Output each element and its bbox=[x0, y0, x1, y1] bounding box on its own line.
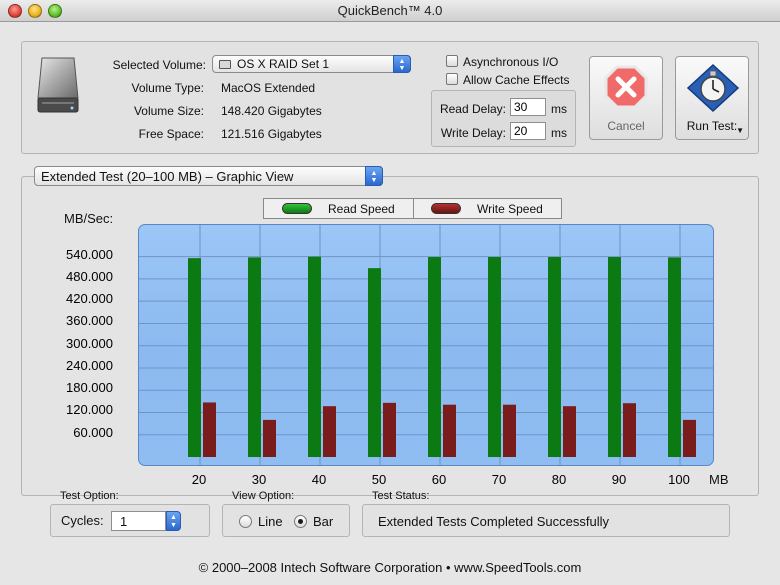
x-tick-label: 90 bbox=[611, 472, 627, 487]
x-tick-label: 80 bbox=[551, 472, 567, 487]
read-speed-bar bbox=[308, 256, 321, 457]
chart-legend: Read Speed Write Speed bbox=[263, 198, 562, 219]
write-speed-bar bbox=[623, 403, 636, 457]
cycles-value: 1 bbox=[120, 514, 128, 529]
write-speed-bar bbox=[443, 404, 456, 457]
test-view-value: Extended Test (20–100 MB) – Graphic View bbox=[41, 169, 294, 184]
cancel-icon bbox=[604, 65, 648, 109]
read-speed-bar bbox=[248, 257, 261, 457]
line-radio[interactable] bbox=[239, 515, 252, 528]
cycles-stepper[interactable]: ▲ ▼ bbox=[166, 511, 181, 531]
line-radio-label[interactable]: Line bbox=[258, 514, 283, 529]
read-delay-input[interactable] bbox=[510, 98, 546, 116]
x-tick-label: 100 bbox=[668, 472, 690, 487]
x-tick-label: 40 bbox=[311, 472, 327, 487]
read-delay-label: Read Delay: bbox=[439, 102, 506, 116]
quickbench-window: QuickBench™ 4.0 Selected Volume: OS X RA… bbox=[0, 0, 780, 585]
read-delay-unit: ms bbox=[551, 102, 567, 116]
x-tick-label: 20 bbox=[191, 472, 207, 487]
read-speed-bar bbox=[188, 258, 201, 457]
write-speed-bar bbox=[563, 406, 576, 457]
popup-arrows-icon: ▲ ▼ bbox=[393, 55, 411, 73]
volume-popup[interactable]: OS X RAID Set 1 ▲ ▼ bbox=[212, 55, 411, 73]
volume-popup-value: OS X RAID Set 1 bbox=[237, 57, 330, 71]
cache-effects-label[interactable]: Allow Cache Effects bbox=[463, 73, 570, 87]
write-speed-bar bbox=[383, 402, 396, 457]
read-speed-bar bbox=[668, 257, 681, 457]
cache-effects-checkbox[interactable] bbox=[446, 73, 458, 85]
free-space-label: Free Space: bbox=[138, 127, 204, 141]
y-tick-label: 120.000 bbox=[66, 402, 113, 418]
write-speed-bar bbox=[323, 406, 336, 457]
write-speed-bar bbox=[503, 404, 516, 457]
y-tick-label: 300.000 bbox=[66, 335, 113, 351]
y-tick-label: 60.000 bbox=[73, 424, 113, 440]
chart-plot-area bbox=[138, 224, 714, 466]
cancel-button[interactable]: Cancel bbox=[589, 56, 663, 140]
write-delay-input[interactable] bbox=[510, 122, 546, 140]
read-speed-bar bbox=[608, 257, 621, 457]
x-tick-label: 70 bbox=[491, 472, 507, 487]
x-tick-label: 50 bbox=[371, 472, 387, 487]
view-option-label: View Option: bbox=[232, 490, 295, 502]
test-option-label: Test Option: bbox=[60, 490, 119, 502]
title-bar[interactable]: QuickBench™ 4.0 bbox=[0, 0, 780, 22]
legend-read-swatch bbox=[282, 203, 312, 214]
legend-write: Write Speed bbox=[413, 199, 562, 218]
free-space-value: 121.516 Gigabytes bbox=[221, 127, 322, 141]
y-tick-label: 420.000 bbox=[66, 291, 113, 307]
selected-volume-label: Selected Volume: bbox=[112, 58, 206, 72]
async-io-checkbox[interactable] bbox=[446, 55, 458, 67]
y-tick-label: 180.000 bbox=[66, 380, 113, 396]
run-test-button[interactable]: Run Test: ▼ bbox=[675, 56, 749, 140]
read-speed-bar bbox=[548, 257, 561, 457]
read-speed-bar bbox=[368, 268, 381, 457]
legend-read-label: Read Speed bbox=[328, 202, 395, 216]
legend-read: Read Speed bbox=[264, 199, 413, 218]
y-tick-label: 480.000 bbox=[66, 268, 113, 284]
write-speed-bar bbox=[203, 402, 216, 457]
volume-icon bbox=[219, 60, 231, 69]
volume-size-value: 148.420 Gigabytes bbox=[221, 104, 322, 118]
write-delay-unit: ms bbox=[551, 126, 567, 140]
x-axis-unit: MB bbox=[709, 472, 729, 487]
volume-type-value: MacOS Extended bbox=[221, 81, 316, 95]
bar-radio[interactable] bbox=[294, 515, 307, 528]
async-io-label[interactable]: Asynchronous I/O bbox=[463, 55, 558, 69]
speed-bar-chart bbox=[139, 225, 713, 465]
legend-write-label: Write Speed bbox=[477, 202, 543, 216]
volume-type-label: Volume Type: bbox=[131, 81, 205, 95]
hard-drive-icon bbox=[36, 54, 80, 114]
cycles-label: Cycles: bbox=[61, 513, 104, 528]
y-tick-label: 240.000 bbox=[66, 357, 113, 373]
write-speed-bar bbox=[263, 419, 276, 457]
y-tick-label: 540.000 bbox=[66, 246, 113, 262]
x-tick-label: 60 bbox=[431, 472, 447, 487]
y-tick-label: 360.000 bbox=[66, 313, 113, 329]
popup-arrows-icon: ▲ ▼ bbox=[365, 166, 383, 186]
cancel-button-label: Cancel bbox=[607, 119, 645, 133]
y-axis-title: MB/Sec: bbox=[64, 211, 114, 226]
test-status-label: Test Status: bbox=[372, 490, 430, 502]
bar-radio-label[interactable]: Bar bbox=[313, 514, 333, 529]
x-tick-label: 30 bbox=[251, 472, 267, 487]
cycles-field[interactable]: 1 bbox=[111, 511, 166, 531]
read-speed-bar bbox=[428, 257, 441, 457]
write-speed-bar bbox=[683, 419, 696, 457]
stopwatch-icon bbox=[686, 63, 740, 113]
footer-copyright: © 2000–2008 Intech Software Corporation … bbox=[198, 560, 582, 575]
legend-write-swatch bbox=[431, 203, 461, 214]
read-speed-bar bbox=[488, 257, 501, 457]
test-status-text: Extended Tests Completed Successfully bbox=[378, 514, 609, 529]
write-delay-label: Write Delay: bbox=[440, 126, 506, 140]
window-title: QuickBench™ 4.0 bbox=[337, 3, 443, 18]
volume-size-label: Volume Size: bbox=[133, 104, 204, 118]
run-test-menu-arrow-icon: ▼ bbox=[736, 126, 744, 135]
test-view-popup[interactable]: Extended Test (20–100 MB) – Graphic View… bbox=[34, 166, 383, 186]
